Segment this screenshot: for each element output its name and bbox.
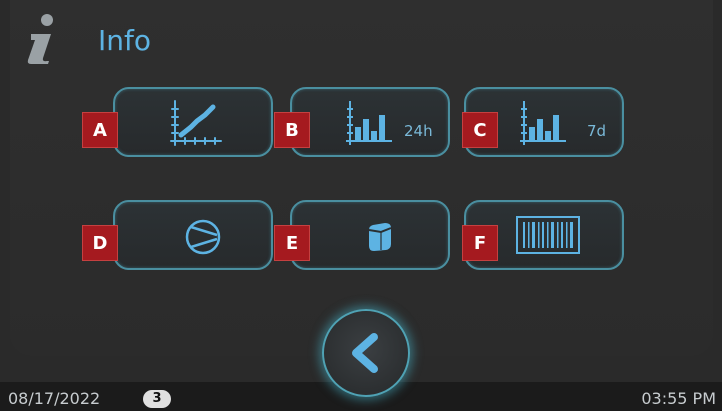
tile-bar-chart-24h[interactable]: 24h xyxy=(290,87,450,157)
bar-chart-icon xyxy=(520,101,566,145)
page-title: Info xyxy=(98,24,151,57)
badge-c: C xyxy=(462,112,498,148)
notification-count-badge: 3 xyxy=(143,390,171,408)
badge-e: E xyxy=(274,225,310,261)
badge-d: D xyxy=(82,225,118,261)
info-panel: Info 24h 7d A B C D E F xyxy=(10,0,713,356)
info-icon xyxy=(27,14,53,64)
back-button[interactable] xyxy=(322,309,410,397)
barcode-icon xyxy=(516,216,580,254)
tile-line-chart[interactable] xyxy=(113,87,273,157)
tile-compressor[interactable] xyxy=(113,200,273,270)
tile-ice-cube[interactable] xyxy=(290,200,450,270)
badge-b: B xyxy=(274,112,310,148)
status-time: 03:55 PM xyxy=(641,389,716,408)
line-chart-icon xyxy=(170,100,222,146)
compressor-icon xyxy=(185,219,221,255)
bar-chart-icon xyxy=(346,101,392,145)
ice-cube-icon xyxy=(368,223,392,251)
chevron-left-icon xyxy=(352,333,378,373)
status-date: 08/17/2022 xyxy=(8,389,101,408)
badge-f: F xyxy=(462,225,498,261)
tile-label-7d: 7d xyxy=(587,122,607,140)
badge-a: A xyxy=(82,112,118,148)
tile-label-24h: 24h xyxy=(404,122,433,140)
